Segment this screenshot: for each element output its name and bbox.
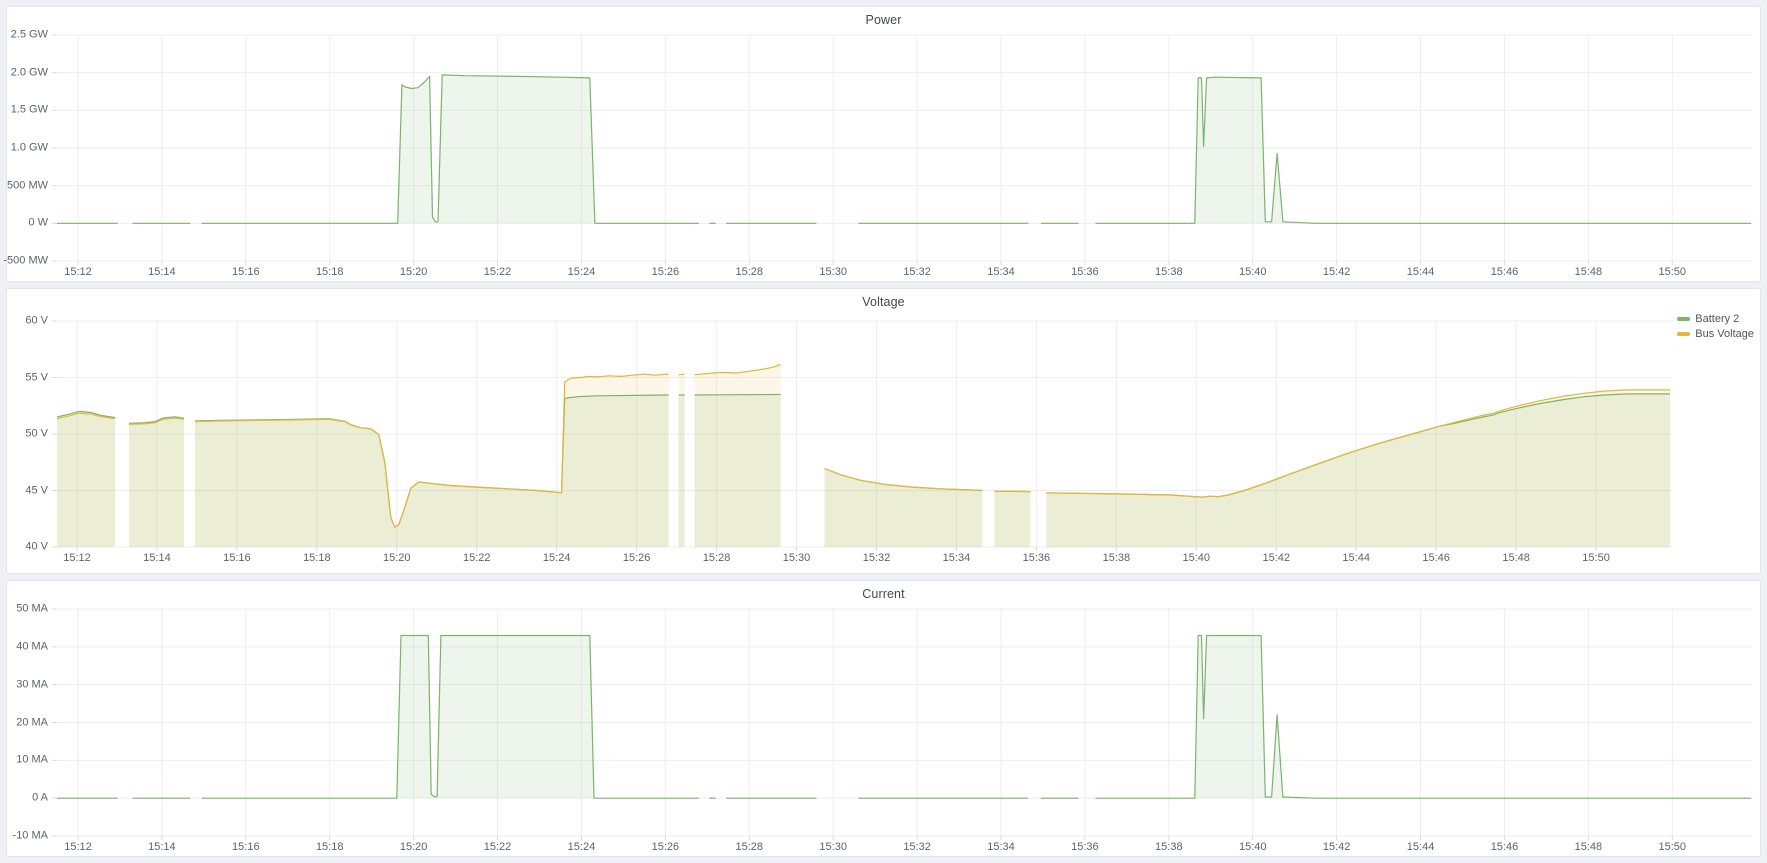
current-chart-canvas (57, 609, 1752, 836)
panel-current: Current 50 MA40 MA30 MA20 MA10 MA0 A-10 … (6, 580, 1761, 857)
x-axis-label: 15:26 (623, 553, 651, 564)
x-axis-label: 15:42 (1323, 267, 1351, 278)
x-axis-label: 15:30 (819, 267, 847, 278)
x-axis-label: 15:32 (903, 267, 931, 278)
current-chart-plot-area[interactable]: 50 MA40 MA30 MA20 MA10 MA0 A-10 MA15:121… (57, 609, 1752, 836)
x-axis-label: 15:12 (64, 267, 92, 278)
x-axis-label: 15:40 (1183, 553, 1211, 564)
panel-voltage: Voltage 60 V55 V50 V45 V40 V15:1215:1415… (6, 288, 1761, 574)
x-axis-label: 15:16 (232, 842, 260, 853)
y-axis-label: 2.5 GW (11, 30, 48, 41)
x-axis-label: 15:44 (1342, 553, 1370, 564)
x-axis-label: 15:22 (463, 553, 491, 564)
y-axis-label: 55 V (25, 372, 48, 383)
x-axis-label: 15:20 (400, 842, 428, 853)
x-axis-label: 15:42 (1323, 842, 1351, 853)
x-axis-label: 15:26 (652, 267, 680, 278)
x-axis-label: 15:50 (1582, 553, 1610, 564)
x-axis-label: 15:28 (735, 267, 763, 278)
x-axis-label: 15:38 (1155, 267, 1183, 278)
x-axis-label: 15:30 (819, 842, 847, 853)
x-axis-label: 15:20 (400, 267, 428, 278)
x-axis-label: 15:46 (1491, 267, 1519, 278)
x-axis-label: 15:24 (568, 842, 596, 853)
x-axis-label: 15:44 (1407, 842, 1435, 853)
x-axis-label: 15:24 (568, 267, 596, 278)
legend-label-bus-voltage: Bus Voltage (1695, 328, 1754, 340)
bus-voltage-series-marker-icon (1677, 332, 1690, 336)
x-axis-label: 15:48 (1502, 553, 1530, 564)
y-axis-label: 30 MA (16, 679, 48, 690)
x-axis-label: 15:38 (1103, 553, 1131, 564)
x-axis-label: 15:12 (63, 553, 91, 564)
x-axis-label: 15:16 (232, 267, 260, 278)
y-axis-label: 500 MW (7, 180, 48, 191)
power-chart-canvas (57, 35, 1752, 261)
x-axis-label: 15:46 (1491, 842, 1519, 853)
y-axis-label: 0 W (28, 218, 48, 229)
panel-power-title: Power (7, 13, 1760, 27)
panel-power: Power 2.5 GW2.0 GW1.5 GW1.0 GW500 MW0 W-… (6, 6, 1761, 282)
legend-item-bus-voltage[interactable]: Bus Voltage (1677, 328, 1754, 340)
power-chart-plot-area[interactable]: 2.5 GW2.0 GW1.5 GW1.0 GW500 MW0 W-500 MW… (57, 35, 1752, 261)
x-axis-label: 15:32 (863, 553, 891, 564)
voltage-chart-canvas (57, 321, 1672, 547)
x-axis-label: 15:42 (1262, 553, 1290, 564)
x-axis-label: 15:50 (1659, 267, 1687, 278)
voltage-chart-plot-area[interactable]: 60 V55 V50 V45 V40 V15:1215:1415:1615:18… (57, 321, 1672, 547)
x-axis-label: 15:36 (1023, 553, 1051, 564)
y-axis-label: 1.5 GW (11, 105, 48, 116)
y-axis-label: 40 MA (16, 641, 48, 652)
x-axis-label: 15:48 (1575, 842, 1603, 853)
x-axis-label: 15:34 (943, 553, 971, 564)
x-axis-label: 15:30 (783, 553, 811, 564)
x-axis-label: 15:28 (703, 553, 731, 564)
x-axis-label: 15:20 (383, 553, 411, 564)
x-axis-label: 15:18 (316, 267, 344, 278)
y-axis-label: 40 V (25, 542, 48, 553)
x-axis-label: 15:22 (484, 267, 512, 278)
y-axis-label: 0 A (32, 793, 48, 804)
panel-current-title: Current (7, 587, 1760, 601)
x-axis-label: 15:36 (1071, 267, 1099, 278)
y-axis-label: -10 MA (13, 831, 48, 842)
legend-item-battery-2[interactable]: Battery 2 (1677, 313, 1754, 325)
y-axis-label: 20 MA (16, 717, 48, 728)
x-axis-label: 15:18 (303, 553, 331, 564)
x-axis-label: 15:38 (1155, 842, 1183, 853)
x-axis-label: 15:36 (1071, 842, 1099, 853)
y-axis-label: 60 V (25, 316, 48, 327)
x-axis-label: 15:14 (148, 267, 176, 278)
x-axis-label: 15:40 (1239, 842, 1267, 853)
x-axis-label: 15:34 (987, 842, 1015, 853)
voltage-legend: Battery 2 Bus Voltage (1677, 313, 1754, 340)
x-axis-label: 15:24 (543, 553, 571, 564)
y-axis-label: 50 V (25, 429, 48, 440)
x-axis-label: 15:34 (987, 267, 1015, 278)
x-axis-label: 15:40 (1239, 267, 1267, 278)
x-axis-label: 15:22 (484, 842, 512, 853)
y-axis-label: 2.0 GW (11, 67, 48, 78)
x-axis-label: 15:12 (64, 842, 92, 853)
x-axis-label: 15:48 (1575, 267, 1603, 278)
legend-label-battery-2: Battery 2 (1695, 313, 1739, 325)
y-axis-label: 50 MA (16, 604, 48, 615)
x-axis-label: 15:28 (735, 842, 763, 853)
x-axis-label: 15:46 (1422, 553, 1450, 564)
y-axis-label: 10 MA (16, 755, 48, 766)
panel-voltage-title: Voltage (7, 295, 1760, 309)
x-axis-label: 15:32 (903, 842, 931, 853)
x-axis-label: 15:44 (1407, 267, 1435, 278)
x-axis-label: 15:14 (143, 553, 171, 564)
x-axis-label: 15:16 (223, 553, 251, 564)
x-axis-label: 15:50 (1659, 842, 1687, 853)
y-axis-label: 1.0 GW (11, 143, 48, 154)
y-axis-label: 45 V (25, 485, 48, 496)
x-axis-label: 15:18 (316, 842, 344, 853)
x-axis-label: 15:26 (652, 842, 680, 853)
dashboard: { "colors": { "green_series": "#7eb26d",… (0, 0, 1767, 863)
x-axis-label: 15:14 (148, 842, 176, 853)
battery-2-series-marker-icon (1677, 317, 1690, 321)
y-axis-label: -500 MW (3, 256, 48, 267)
